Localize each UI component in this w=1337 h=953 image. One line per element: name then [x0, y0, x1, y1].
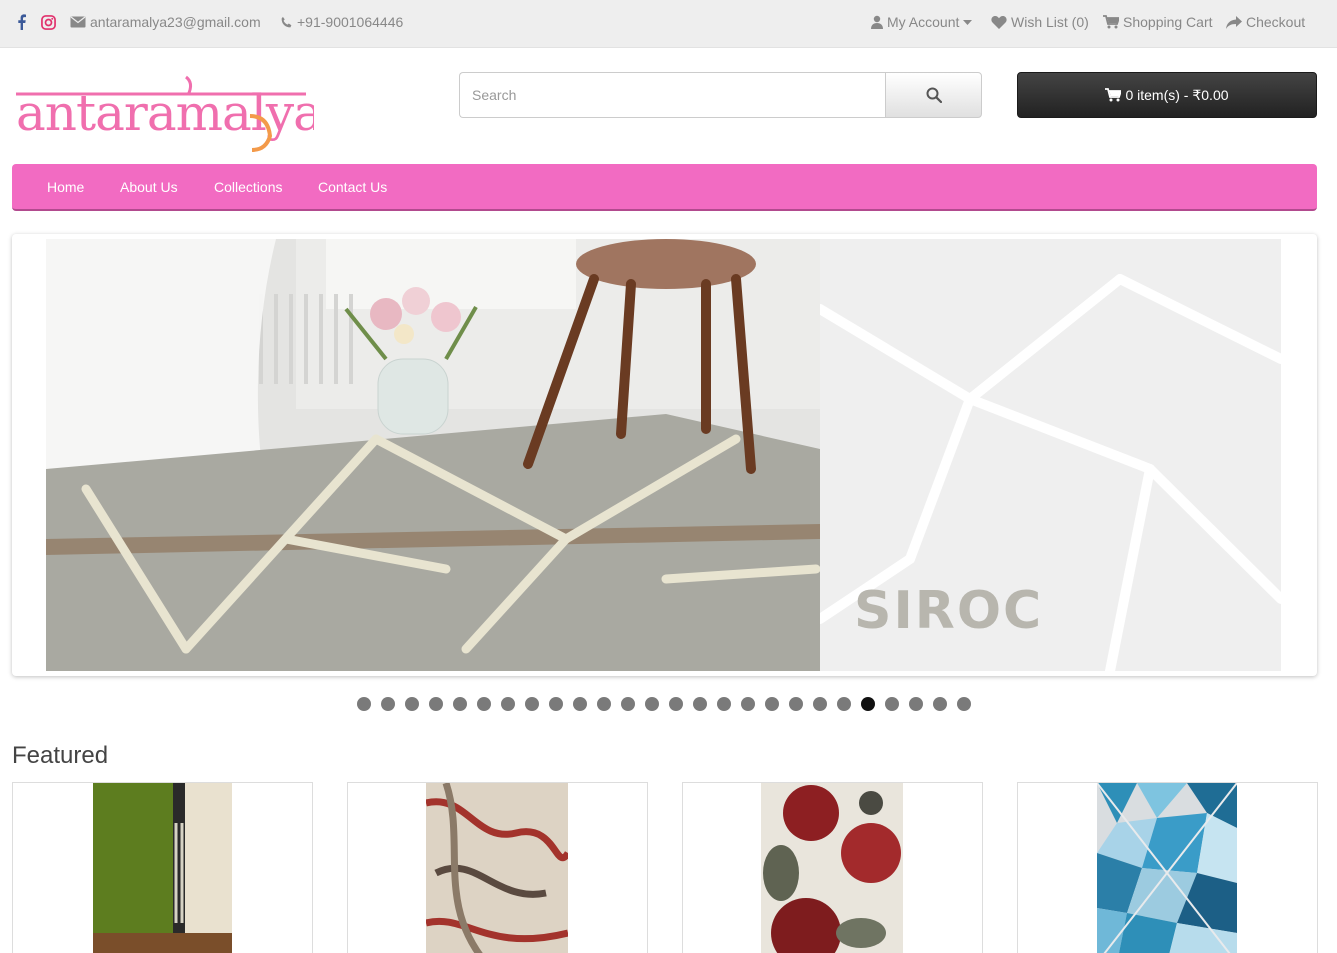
heart-icon	[991, 15, 1007, 29]
slider-dot[interactable]	[597, 697, 611, 711]
product-image[interactable]	[1097, 783, 1237, 953]
slider-dot[interactable]	[885, 697, 899, 711]
my-account-label: My Account	[887, 14, 960, 30]
cart-icon	[1105, 88, 1122, 102]
slider-dot[interactable]	[357, 697, 371, 711]
slider-dot[interactable]	[381, 697, 395, 711]
phone-link[interactable]: +91-9001064446	[280, 13, 403, 31]
slider-dot[interactable]	[909, 697, 923, 711]
cart-total: 0 item(s) - ₹0.00	[1125, 86, 1229, 103]
product-card[interactable]	[1017, 782, 1318, 953]
phone-text: +91-9001064446	[297, 14, 404, 30]
email-text: antaramalya23@gmail.com	[90, 14, 261, 30]
my-account-dropdown[interactable]: My Account	[871, 13, 973, 31]
product-image[interactable]	[93, 783, 232, 953]
slider-dot[interactable]	[453, 697, 467, 711]
search-input[interactable]	[459, 72, 885, 118]
envelope-icon	[70, 16, 86, 28]
cart-button[interactable]: 0 item(s) - ₹0.00	[1017, 72, 1317, 118]
email-link[interactable]: antaramalya23@gmail.com	[70, 13, 261, 31]
slider-dot[interactable]	[765, 697, 779, 711]
nav-item-about-us[interactable]: About Us	[120, 179, 178, 195]
slider-pagination	[357, 697, 971, 711]
share-arrow-icon	[1226, 15, 1242, 29]
product-card[interactable]	[347, 782, 648, 953]
slider-dot[interactable]	[813, 697, 827, 711]
checkout-label: Checkout	[1246, 14, 1306, 30]
rug-room-photo	[46, 239, 821, 671]
slide-brand-text: SIROC	[854, 581, 1044, 641]
caret-down-icon	[963, 19, 973, 25]
product-card[interactable]	[682, 782, 983, 953]
product-image[interactable]	[761, 783, 903, 953]
search-button[interactable]	[885, 72, 982, 118]
slide-image: SIROC	[46, 239, 1281, 671]
checkout-link[interactable]: Checkout	[1226, 13, 1305, 31]
phone-icon	[281, 16, 292, 27]
slider-dot[interactable]	[501, 697, 515, 711]
nav-item-collections[interactable]: Collections	[214, 179, 282, 195]
featured-heading: Featured	[12, 742, 109, 769]
instagram-icon[interactable]	[41, 13, 56, 31]
wish-list-link[interactable]: Wish List (0)	[991, 13, 1089, 31]
slider-dot[interactable]	[429, 697, 443, 711]
search-bar	[459, 72, 982, 118]
user-icon	[871, 15, 883, 29]
main-nav: Home About Us Collections Contact Us	[12, 164, 1317, 211]
slider-dot[interactable]	[405, 697, 419, 711]
slider-dot[interactable]	[621, 697, 635, 711]
slider-dot[interactable]	[669, 697, 683, 711]
slider-dot[interactable]	[789, 697, 803, 711]
product-image[interactable]	[426, 783, 568, 953]
shopping-cart-link[interactable]: Shopping Cart	[1103, 13, 1213, 31]
slider-dot[interactable]	[741, 697, 755, 711]
slider-dot[interactable]	[573, 697, 587, 711]
slider-dot[interactable]	[861, 697, 875, 711]
nav-item-contact-us[interactable]: Contact Us	[318, 179, 387, 195]
slider-dot[interactable]	[525, 697, 539, 711]
slider-dot[interactable]	[477, 697, 491, 711]
shopping-cart-label: Shopping Cart	[1123, 14, 1213, 30]
slider-dot[interactable]	[933, 697, 947, 711]
search-icon	[926, 87, 942, 103]
hero-slider[interactable]: SIROC	[12, 234, 1317, 676]
product-card[interactable]	[12, 782, 313, 953]
cart-icon	[1103, 15, 1119, 29]
wish-list-label: Wish List (0)	[1011, 14, 1089, 30]
slider-dot[interactable]	[549, 697, 563, 711]
slider-dot[interactable]	[693, 697, 707, 711]
slider-dot[interactable]	[645, 697, 659, 711]
top-bar: antaramalya23@gmail.com +91-9001064446 M…	[0, 0, 1337, 48]
site-logo[interactable]: antaramalya	[14, 72, 323, 154]
slider-dot[interactable]	[717, 697, 731, 711]
facebook-icon[interactable]	[17, 13, 26, 31]
nav-item-home[interactable]: Home	[47, 179, 84, 195]
slider-dot[interactable]	[957, 697, 971, 711]
slider-dot[interactable]	[837, 697, 851, 711]
